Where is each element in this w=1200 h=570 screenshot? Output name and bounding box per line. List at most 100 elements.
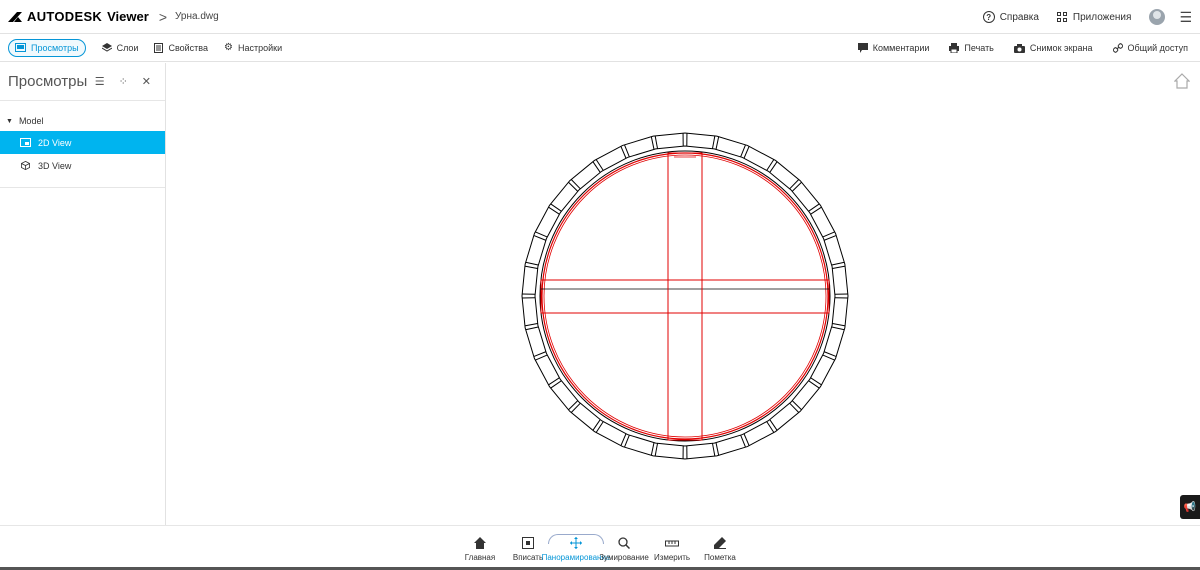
ring-segment-separator — [650, 136, 655, 150]
drawing-viewport[interactable]: 📢 — [167, 63, 1200, 525]
ring-segment-separator — [832, 323, 846, 327]
ring-segment-separator — [533, 351, 546, 358]
navigation-toolbar: Главная Вписать Панорамирование Зумирова… — [0, 525, 1200, 570]
measure-button[interactable]: Измерить — [648, 536, 696, 562]
views-panel-title: Просмотры — [8, 73, 88, 90]
help-link[interactable]: ? Справка — [982, 11, 1039, 23]
ring-segment-separator — [831, 261, 845, 266]
tab-settings[interactable]: ⚙ Настройки — [224, 39, 282, 57]
ring-segment-separator — [712, 135, 716, 149]
megaphone-icon: 📢 — [1183, 501, 1197, 513]
ring-segment-separator — [715, 442, 720, 456]
feedback-tab[interactable]: 📢 — [1180, 495, 1200, 519]
horizontal-bar — [540, 279, 830, 314]
measure-icon — [665, 540, 679, 547]
ring-inner-edge — [534, 145, 836, 447]
navigation-tools: Главная Вписать Панорамирование Зумирова… — [456, 534, 744, 562]
tree-item-label: 3D View — [38, 160, 72, 171]
product-name: Viewer — [107, 9, 149, 24]
apps-link[interactable]: Приложения — [1056, 12, 1131, 23]
print-icon — [949, 43, 960, 53]
comments-label: Комментарии — [872, 43, 930, 53]
screenshot-label: Снимок экрана — [1029, 43, 1093, 53]
tab-layers[interactable]: Слои — [101, 39, 139, 57]
active-tool-indicator — [548, 534, 604, 544]
ring-segment-separator — [740, 435, 747, 448]
viewer-toolbar: Просмотры Слои Свойства ⚙ Настройки Комм… — [0, 34, 1200, 62]
close-icon[interactable]: ✕ — [142, 75, 151, 88]
ring-outer-edge — [521, 132, 849, 460]
list-view-icon[interactable]: ☰ — [95, 75, 105, 88]
ring-segment-separator — [654, 135, 658, 149]
divider — [0, 187, 165, 188]
brand-name: AUTODESK — [27, 9, 103, 24]
zoom-icon — [618, 537, 630, 550]
fit-label: Вписать — [512, 553, 544, 562]
print-button[interactable]: Печать — [949, 39, 994, 57]
tree-root-label: Model — [18, 116, 44, 126]
ring-segment-separator — [525, 261, 539, 266]
ring-segment-separator — [570, 402, 581, 413]
ring-segment-separator — [822, 354, 836, 361]
ring-segment-separator — [740, 144, 747, 157]
ring-segment-separator — [712, 443, 716, 457]
measure-label: Измерить — [653, 553, 691, 562]
tab-properties[interactable]: Свойства — [154, 39, 208, 57]
ring-segment-separator — [791, 400, 802, 411]
print-label: Печать — [964, 43, 994, 53]
3d-cube-icon — [21, 161, 30, 170]
zoom-button[interactable]: Зумирование — [599, 536, 649, 562]
help-label: Справка — [999, 11, 1039, 23]
tab-views-label: Просмотры — [31, 42, 79, 53]
vertical-bar — [667, 152, 703, 441]
ring-segment-separator — [534, 231, 548, 238]
tree-item-label: 2D View — [38, 137, 72, 148]
ring-segment-separator — [568, 181, 579, 192]
fit-icon — [522, 537, 534, 549]
ring-segment-separator — [534, 354, 548, 361]
menu-icon[interactable]: ☰ — [1179, 9, 1192, 26]
ring-segment-separator — [568, 400, 579, 411]
share-button[interactable]: Общий доступ — [1112, 39, 1188, 57]
properties-icon — [154, 42, 164, 53]
grid-view-icon[interactable]: ⁘ — [119, 75, 128, 88]
tab-properties-label: Свойства — [168, 42, 208, 53]
urn-drawing — [521, 132, 849, 460]
ring-segment-separator — [824, 234, 837, 241]
ring-segment-separator — [524, 323, 538, 327]
home-label: Главная — [464, 553, 496, 562]
ring-segment-separator — [715, 136, 720, 150]
share-label: Общий доступ — [1127, 43, 1188, 53]
apps-grid-icon — [1056, 12, 1067, 22]
tab-layers-label: Слои — [116, 42, 139, 53]
comments-button[interactable]: Комментарии — [857, 39, 930, 57]
home-button[interactable]: Главная — [456, 536, 504, 562]
ring-segment-separator — [533, 234, 546, 241]
top-bar: AUTODESK Viewer > Урна.dwg ? Справка При… — [0, 0, 1200, 34]
tree-item-3d-view[interactable]: 3D View — [0, 154, 165, 177]
home-icon — [474, 537, 486, 549]
views-panel: Просмотры ☰ ⁘ ✕ ▼ Model 2D View 3D View — [0, 63, 166, 525]
2d-view-icon — [20, 138, 31, 147]
comment-icon — [857, 43, 868, 53]
ring-segment-separator — [623, 435, 630, 448]
views-icon — [15, 43, 26, 52]
screenshot-button[interactable]: Снимок экрана — [1013, 39, 1093, 57]
caret-down-icon[interactable]: ▼ — [6, 118, 13, 125]
tab-views[interactable]: Просмотры — [8, 38, 86, 57]
ring-segment-separator — [524, 265, 538, 269]
autodesk-logo[interactable]: AUTODESK Viewer — [8, 9, 149, 24]
autodesk-logo-icon — [8, 11, 22, 22]
tree-root-model[interactable]: ▼ Model — [0, 111, 165, 131]
ring-segment-separator — [789, 179, 800, 190]
zoom-label: Зумирование — [599, 553, 649, 562]
tab-settings-label: Настройки — [237, 42, 283, 53]
ring-segment-separator — [789, 402, 800, 413]
inner-circle-red-2 — [543, 154, 827, 438]
markup-label: Пометка — [704, 553, 736, 562]
markup-button[interactable]: Пометка — [696, 536, 744, 562]
inner-circle-red — [541, 152, 829, 440]
tree-item-2d-view[interactable]: 2D View — [0, 131, 165, 154]
avatar[interactable] — [1149, 9, 1166, 25]
viewcube-home-icon[interactable] — [1174, 73, 1190, 89]
